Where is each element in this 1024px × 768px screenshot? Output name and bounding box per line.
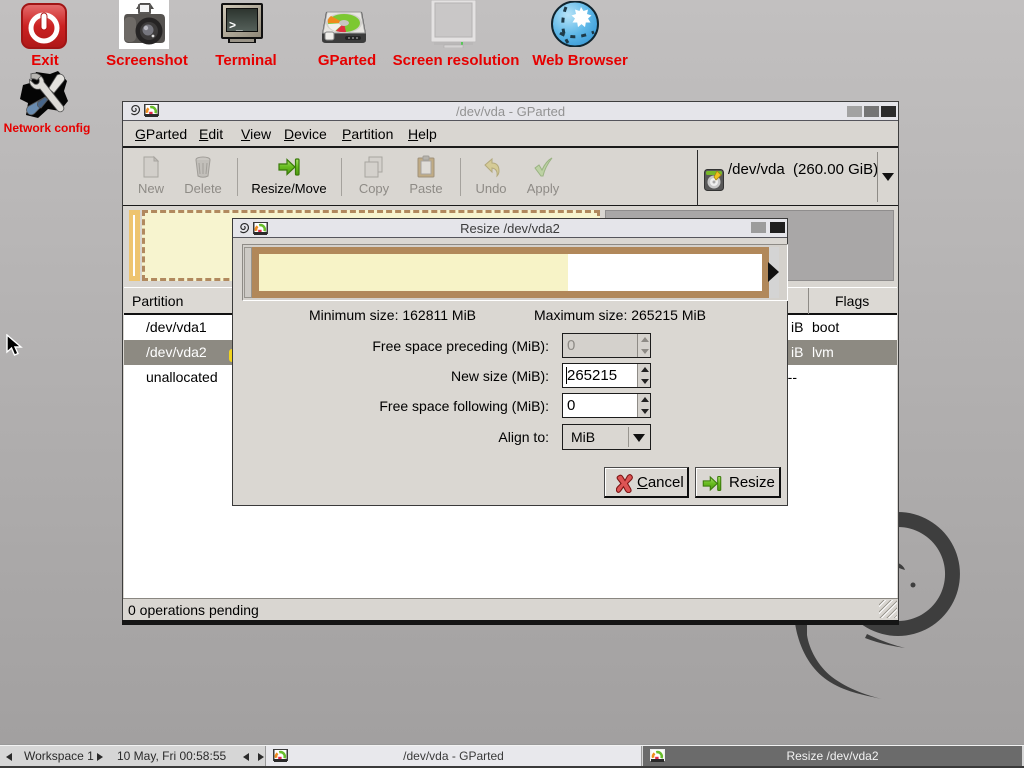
svg-text:>_: >_ <box>229 18 243 32</box>
